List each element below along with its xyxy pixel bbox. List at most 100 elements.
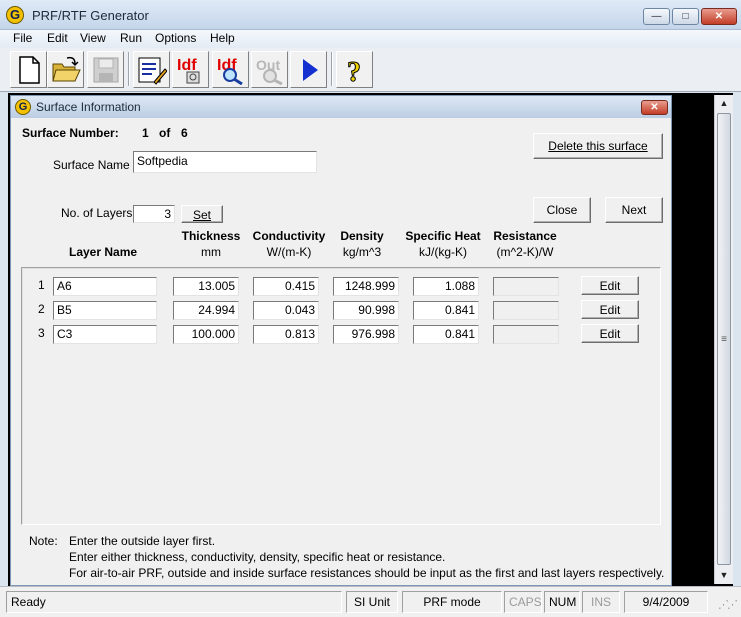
density-unit: kg/m^3 <box>342 245 382 259</box>
menu-file[interactable]: File <box>13 31 32 45</box>
layer-name-input[interactable]: C3 <box>53 325 157 344</box>
status-num: NUM <box>544 591 580 613</box>
conductivity-input[interactable]: 0.415 <box>253 277 319 296</box>
specific-heat-header: Specific Heat <box>405 229 481 243</box>
note-line: For air-to-air PRF, outside and inside s… <box>69 566 665 580</box>
edit-list-button[interactable] <box>133 51 170 88</box>
thickness-input[interactable]: 100.000 <box>173 325 239 344</box>
density-header: Density <box>340 229 384 243</box>
new-button[interactable] <box>10 51 47 88</box>
status-ins: INS <box>582 591 620 613</box>
conductivity-input[interactable]: 0.813 <box>253 325 319 344</box>
run-button[interactable] <box>290 51 327 88</box>
conductivity-input[interactable]: 0.043 <box>253 301 319 320</box>
toolbar: Idf Idf Out ? <box>0 48 741 92</box>
idf-search-icon: Idf <box>217 57 243 85</box>
window-title: PRF/RTF Generator <box>32 8 149 23</box>
conductivity-unit: W/(m-K) <box>266 245 312 259</box>
surface-of-label: of <box>159 126 171 140</box>
vertical-scrollbar[interactable]: ▲ ≡ ▼ <box>714 95 733 584</box>
help-button[interactable]: ? <box>336 51 373 88</box>
layer-name-input[interactable]: B5 <box>53 301 157 320</box>
edit-layer-button[interactable]: Edit <box>581 300 639 319</box>
layer-row-index: 3 <box>38 326 45 340</box>
delete-surface-button[interactable]: Delete this surface <box>533 133 663 159</box>
layers-count-label: No. of Layers <box>61 206 133 220</box>
open-button[interactable] <box>47 51 84 88</box>
next-surface-button[interactable]: Next <box>605 197 663 223</box>
out-button[interactable]: Out <box>251 51 288 88</box>
menu-edit[interactable]: Edit <box>47 31 68 45</box>
menu-options[interactable]: Options <box>155 31 196 45</box>
specific-heat-input[interactable]: 0.841 <box>413 301 479 320</box>
minimize-button[interactable]: — <box>643 8 670 25</box>
dialog-close-button[interactable]: ✕ <box>641 100 668 115</box>
idf-import-button[interactable]: Idf <box>172 51 209 88</box>
layers-panel: 1 A6 13.005 0.415 1248.999 1.088 Edit 2 … <box>21 267 661 525</box>
close-button[interactable]: ✕ <box>701 8 737 25</box>
status-message: Ready <box>6 591 342 613</box>
status-bar: Ready SI Unit PRF mode CAPS NUM INS 9/4/… <box>0 586 741 617</box>
status-unit: SI Unit <box>346 591 398 613</box>
density-input[interactable]: 1248.999 <box>333 277 399 296</box>
surface-name-input[interactable]: Softpedia <box>133 151 317 173</box>
thickness-input[interactable]: 13.005 <box>173 277 239 296</box>
note-line: Enter the outside layer first. <box>69 534 216 548</box>
resistance-input[interactable] <box>493 301 559 320</box>
resistance-header: Resistance <box>493 229 557 243</box>
edit-layer-button[interactable]: Edit <box>581 324 639 343</box>
dialog-title: Surface Information <box>36 100 141 114</box>
dialog-app-icon: G <box>15 99 31 115</box>
note-label: Note: <box>29 534 58 548</box>
close-dialog-button[interactable]: Close <box>533 197 591 223</box>
scroll-down-icon[interactable]: ▼ <box>715 567 733 583</box>
surface-name-label: Surface Name <box>53 158 130 172</box>
out-icon: Out <box>256 57 283 85</box>
help-icon: ? <box>347 57 362 86</box>
surface-number-value: 1 <box>142 126 149 140</box>
note-line: Enter either thickness, conductivity, de… <box>69 550 446 564</box>
surface-number-label: Surface Number: <box>22 126 119 140</box>
new-document-icon <box>19 56 40 84</box>
surface-information-dialog: G Surface Information ✕ Surface Number: … <box>10 95 672 586</box>
scroll-up-icon[interactable]: ▲ <box>715 95 733 111</box>
layer-name-input[interactable]: A6 <box>53 277 157 296</box>
layer-name-header: Layer Name <box>69 245 138 259</box>
layer-row-index: 2 <box>38 302 45 316</box>
thickness-header: Thickness <box>181 229 241 243</box>
edit-list-icon <box>138 57 167 85</box>
resistance-input[interactable] <box>493 325 559 344</box>
save-button[interactable] <box>87 51 124 88</box>
specific-heat-input[interactable]: 0.841 <box>413 325 479 344</box>
thickness-input[interactable]: 24.994 <box>173 301 239 320</box>
resize-grip-icon[interactable]: ⋰⋰ <box>718 597 738 613</box>
density-input[interactable]: 976.998 <box>333 325 399 344</box>
menu-view[interactable]: View <box>80 31 106 45</box>
specific-heat-input[interactable]: 1.088 <box>413 277 479 296</box>
svg-text:Idf: Idf <box>177 57 197 74</box>
layers-count-input[interactable]: 3 <box>133 205 175 223</box>
conductivity-header: Conductivity <box>252 229 326 243</box>
status-mode: PRF mode <box>402 591 502 613</box>
toolbar-separator <box>331 52 333 86</box>
menu-run[interactable]: Run <box>120 31 142 45</box>
save-icon <box>93 57 119 83</box>
specific-heat-unit: kJ/(kg-K) <box>419 245 467 259</box>
open-folder-icon <box>52 56 81 82</box>
idf-search-button[interactable]: Idf <box>212 51 249 88</box>
resistance-input[interactable] <box>493 277 559 296</box>
toolbar-separator <box>128 52 130 86</box>
resistance-unit: (m^2-K)/W <box>496 245 554 259</box>
idf-import-icon: Idf <box>177 57 200 84</box>
maximize-button[interactable]: □ <box>672 8 699 25</box>
status-caps: CAPS <box>504 591 542 613</box>
density-input[interactable]: 90.998 <box>333 301 399 320</box>
menu-help[interactable]: Help <box>210 31 235 45</box>
scroll-thumb[interactable]: ≡ <box>717 113 731 565</box>
set-layers-button[interactable]: Set <box>181 205 223 223</box>
run-arrow-icon <box>303 59 318 81</box>
surface-total-value: 6 <box>181 126 188 140</box>
layer-row-index: 1 <box>38 278 45 292</box>
edit-layer-button[interactable]: Edit <box>581 276 639 295</box>
svg-text:?: ? <box>347 57 361 85</box>
